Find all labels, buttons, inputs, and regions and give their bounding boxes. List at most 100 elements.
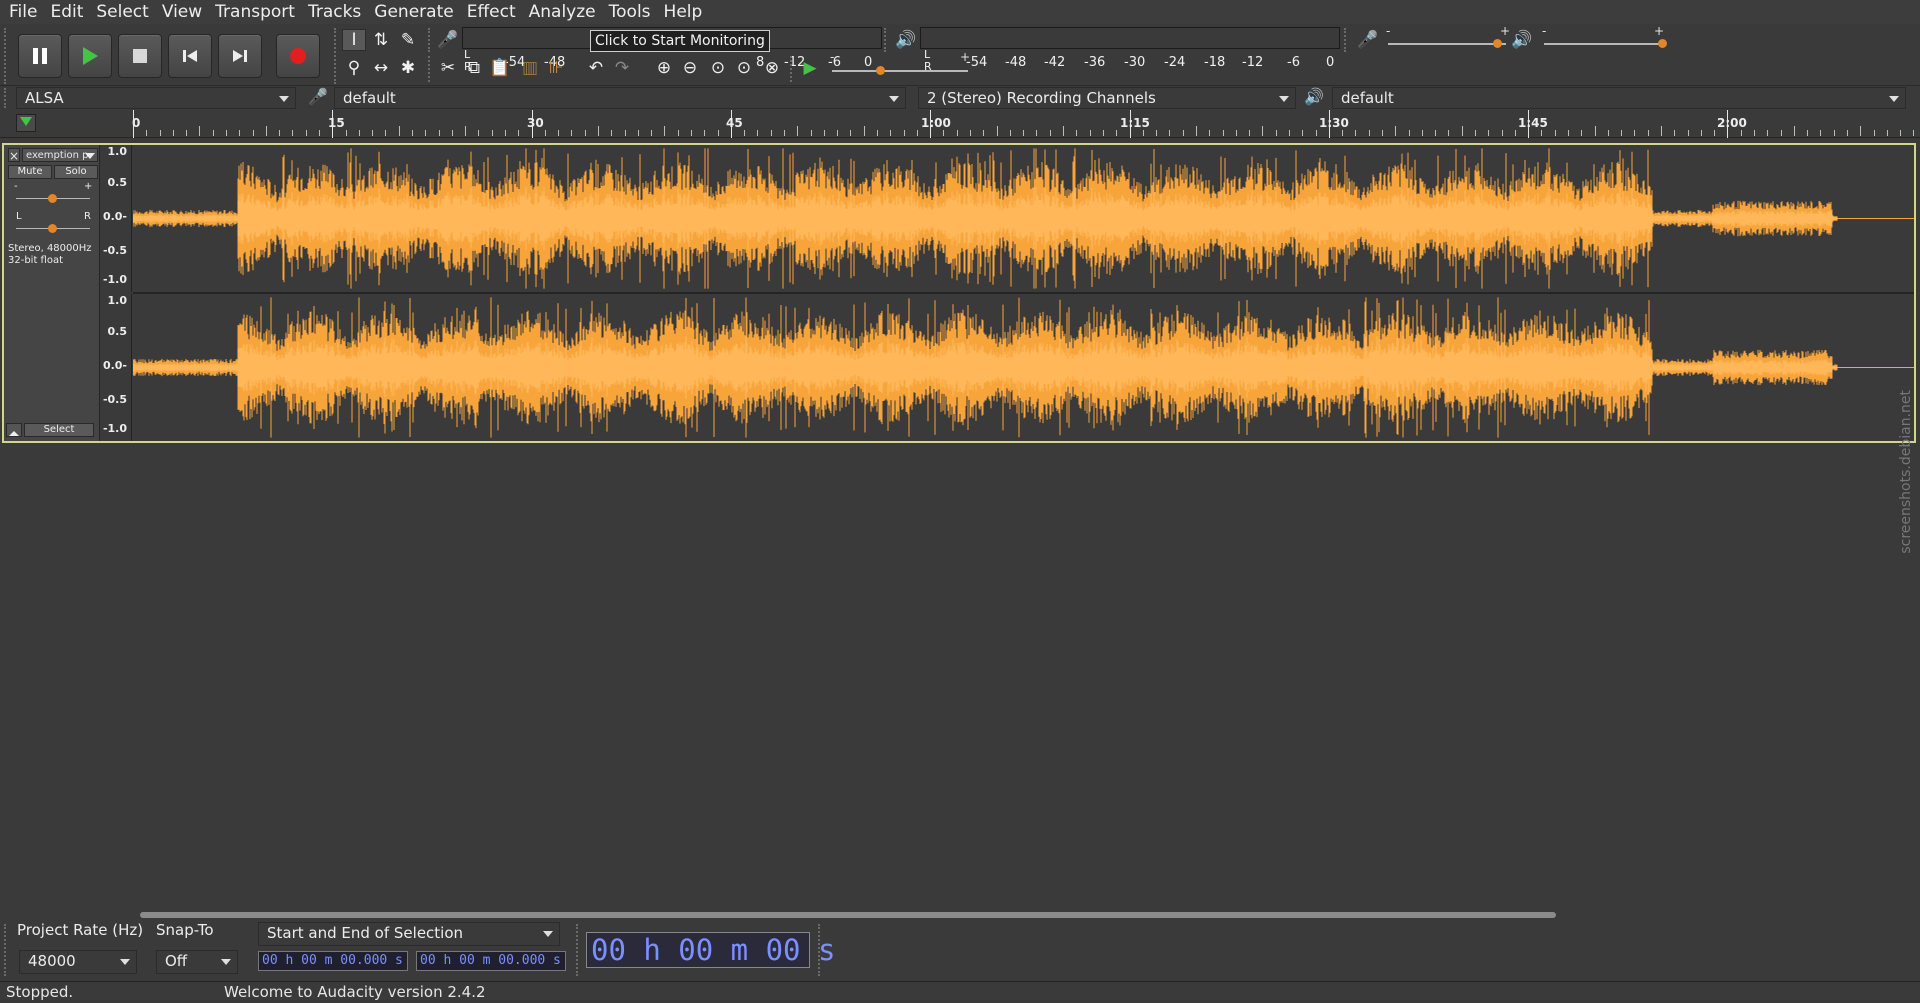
timeline-options-button[interactable] bbox=[16, 114, 36, 132]
play-speed-slider[interactable] bbox=[832, 70, 968, 72]
toolbar-grip[interactable] bbox=[1344, 28, 1350, 52]
record-button[interactable] bbox=[276, 34, 320, 78]
ruler-tick bbox=[1142, 130, 1144, 136]
cut-button[interactable]: ✂ bbox=[436, 57, 460, 79]
ruler-tick bbox=[1687, 130, 1689, 136]
zoom-out-button[interactable]: ⊖ bbox=[678, 57, 702, 79]
toolbar-grip[interactable] bbox=[790, 56, 796, 82]
audio-position-time[interactable]: 00 h 00 m 00 s bbox=[586, 932, 835, 968]
zoom-toggle-button[interactable]: ⊗ bbox=[760, 57, 784, 79]
mute-button[interactable]: Mute bbox=[8, 165, 52, 179]
waveform-right-channel[interactable] bbox=[133, 294, 1914, 441]
skip-to-end-button[interactable] bbox=[218, 34, 262, 78]
ruler-tick bbox=[1342, 130, 1344, 136]
recording-volume-icon-button: 🎤 bbox=[1356, 29, 1380, 51]
pause-button[interactable] bbox=[18, 34, 62, 78]
timeline-ruler[interactable]: 0 15 30 45 1:00 1:15 1:30 1:45 2:00 bbox=[0, 110, 1920, 138]
play-meter-button[interactable]: 🔊 bbox=[894, 29, 918, 51]
menu-select[interactable]: Select bbox=[93, 0, 158, 24]
track-control-panel[interactable]: × exemption p Mute Solo - + L R Stereo, … bbox=[4, 145, 100, 441]
menu-generate[interactable]: Generate bbox=[371, 0, 463, 24]
zoom-in-button[interactable]: ⊕ bbox=[652, 57, 676, 79]
recording-volume-knob[interactable] bbox=[1492, 39, 1502, 48]
selection-start-time[interactable]: 00 h 00 m 00.000 s bbox=[258, 951, 408, 971]
toolbar-grip[interactable] bbox=[4, 88, 10, 108]
toolbar-grip[interactable] bbox=[4, 924, 10, 976]
amplitude-ruler-left: 1.0 0.5 0.0- -0.5 -1.0 bbox=[100, 145, 132, 292]
ruler-tick bbox=[1076, 130, 1078, 136]
menu-analyze[interactable]: Analyze bbox=[526, 0, 606, 24]
silence-button[interactable]: ⊪ bbox=[544, 57, 568, 79]
toolbar-grip[interactable] bbox=[428, 56, 434, 82]
ruler-tick bbox=[1740, 130, 1742, 136]
recording-device-value: default bbox=[343, 89, 396, 107]
menu-edit[interactable]: Edit bbox=[47, 0, 93, 24]
copy-button[interactable]: ⧉ bbox=[462, 57, 486, 79]
menu-file[interactable]: File bbox=[6, 0, 47, 24]
fit-project-button[interactable]: ⊙ bbox=[732, 57, 756, 79]
ruler-tick bbox=[1780, 130, 1782, 136]
recording-device-select[interactable]: default bbox=[334, 87, 906, 109]
toolbar-grip[interactable] bbox=[884, 28, 890, 52]
play-speed-knob[interactable] bbox=[875, 66, 885, 75]
toolbar-grip[interactable] bbox=[334, 28, 340, 84]
selection-mode-select[interactable]: Start and End of Selection bbox=[258, 922, 560, 946]
envelope-tool-button[interactable]: ⇅ bbox=[369, 29, 393, 51]
recording-channels-select[interactable]: 2 (Stereo) Recording Channels bbox=[918, 87, 1296, 109]
toolbar-grip[interactable] bbox=[428, 28, 434, 52]
selection-end-time[interactable]: 00 h 00 m 00.000 s bbox=[416, 951, 566, 971]
skip-to-start-button[interactable] bbox=[168, 34, 212, 78]
project-rate-select[interactable]: 48000 bbox=[19, 950, 137, 974]
ruler-tick bbox=[571, 130, 573, 136]
ruler-tick bbox=[1501, 130, 1503, 136]
pan-knob[interactable] bbox=[48, 224, 57, 233]
toolbar-grip[interactable] bbox=[576, 924, 582, 976]
ruler-tick bbox=[983, 130, 985, 136]
audio-host-select[interactable]: ALSA bbox=[16, 87, 296, 109]
redo-button[interactable]: ↷ bbox=[610, 57, 634, 79]
snap-to-select[interactable]: Off bbox=[156, 950, 238, 974]
timeshift-tool-button[interactable]: ↔ bbox=[369, 57, 393, 79]
ruler-tick bbox=[292, 130, 294, 136]
track-sample-format: 32-bit float bbox=[8, 255, 64, 266]
record-meter-button[interactable]: 🎤 bbox=[436, 29, 460, 51]
stop-button[interactable] bbox=[118, 34, 162, 78]
playback-volume-slider[interactable] bbox=[1544, 43, 1662, 45]
trim-button[interactable]: ▥ bbox=[518, 57, 542, 79]
selection-tool-button[interactable]: I bbox=[342, 29, 366, 51]
playback-volume-knob[interactable] bbox=[1658, 39, 1667, 48]
toolbar-grip[interactable] bbox=[4, 28, 10, 84]
collapse-track-button[interactable] bbox=[6, 423, 22, 437]
ruler-tick bbox=[518, 130, 520, 136]
playback-meter[interactable] bbox=[920, 27, 1340, 49]
horizontal-scrollbar[interactable] bbox=[140, 912, 1556, 918]
zoom-tool-button[interactable]: ⚲ bbox=[342, 57, 366, 79]
meter-tick: 0 bbox=[864, 55, 873, 70]
undo-button[interactable]: ↶ bbox=[584, 57, 608, 79]
multi-tool-button[interactable]: ✱ bbox=[396, 57, 420, 79]
playback-device-select[interactable]: default bbox=[1332, 87, 1906, 109]
status-message: Welcome to Audacity version 2.4.2 bbox=[224, 983, 486, 1001]
menu-tracks[interactable]: Tracks bbox=[305, 0, 371, 24]
play-head-icon bbox=[20, 117, 32, 126]
toolbar-area: I ⇅ ✎ ⚲ ↔ ✱ 🎤 L R -54 -48 8 -12 -6 0 Cli… bbox=[0, 24, 1920, 86]
waveform-left-channel[interactable] bbox=[133, 145, 1914, 292]
menu-tools[interactable]: Tools bbox=[606, 0, 661, 24]
paste-button[interactable]: 📋 bbox=[488, 57, 512, 79]
recording-volume-slider[interactable] bbox=[1388, 43, 1506, 45]
menu-effect[interactable]: Effect bbox=[464, 0, 526, 24]
recording-channels-value: 2 (Stereo) Recording Channels bbox=[927, 89, 1156, 107]
menu-help[interactable]: Help bbox=[661, 0, 713, 24]
menu-transport[interactable]: Transport bbox=[212, 0, 305, 24]
fit-selection-button[interactable]: ⊙ bbox=[706, 57, 730, 79]
menu-view[interactable]: View bbox=[159, 0, 212, 24]
monitoring-tooltip: Click to Start Monitoring bbox=[590, 30, 770, 52]
draw-tool-button[interactable]: ✎ bbox=[396, 29, 420, 51]
track-name-menu[interactable]: exemption p bbox=[22, 148, 98, 162]
play-button[interactable] bbox=[68, 34, 112, 78]
close-track-button[interactable]: × bbox=[8, 148, 20, 163]
solo-button[interactable]: Solo bbox=[54, 165, 98, 179]
select-track-button[interactable]: Select bbox=[24, 423, 94, 437]
play-at-speed-button[interactable]: ▶ bbox=[798, 57, 822, 79]
gain-knob[interactable] bbox=[48, 194, 57, 203]
